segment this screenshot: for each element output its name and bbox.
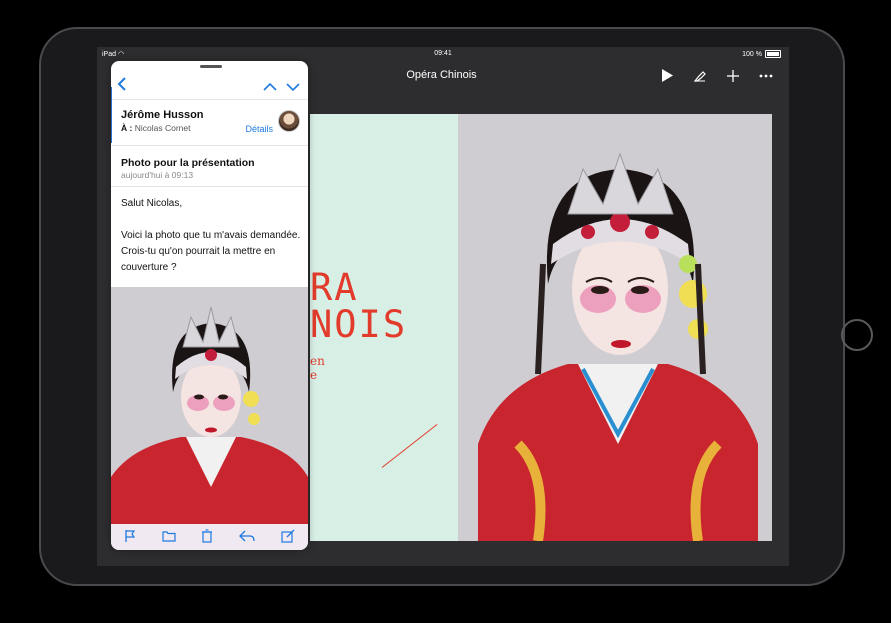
status-bar: iPad ◠ 09:41 100 % xyxy=(97,47,789,61)
recipient-prefix: À : xyxy=(121,123,133,133)
recipient-name: Nicolas Cornet xyxy=(134,123,191,133)
trash-icon[interactable] xyxy=(201,528,213,546)
slide-title-line1: RA xyxy=(310,266,359,309)
compose-icon[interactable] xyxy=(281,529,295,546)
mail-header: Jérôme Husson À : Nicolas Cornet Détails xyxy=(111,87,308,143)
play-icon[interactable] xyxy=(658,69,676,85)
mail-body: Salut Nicolas, Voici la photo que tu m'a… xyxy=(121,196,301,292)
brush-icon[interactable] xyxy=(691,69,709,86)
folder-icon[interactable] xyxy=(162,529,176,545)
mail-nav-bar xyxy=(111,71,308,100)
slide-subtitle-line2: e xyxy=(310,368,318,382)
unread-indicator xyxy=(111,87,112,143)
back-chevron-icon[interactable] xyxy=(117,77,127,94)
slide-photo[interactable] xyxy=(458,114,772,541)
mail-slide-over-panel[interactable]: Jérôme Husson À : Nicolas Cornet Détails… xyxy=(111,61,308,550)
drag-handle[interactable] xyxy=(200,65,222,68)
flag-icon[interactable] xyxy=(124,529,136,546)
details-link[interactable]: Détails xyxy=(245,124,273,134)
subject-block: Photo pour la présentation aujourd'hui à… xyxy=(111,145,308,187)
document-title: Opéra Chinois xyxy=(406,69,477,81)
mail-toolbar xyxy=(111,524,308,550)
up-chevron-icon[interactable] xyxy=(263,79,277,95)
screen: iPad ◠ 09:41 100 % Opéra Chinois RA NOIS… xyxy=(97,47,789,566)
mail-attachment-photo[interactable] xyxy=(111,287,308,524)
plus-icon[interactable] xyxy=(724,69,742,86)
status-time: 09:41 xyxy=(434,50,452,57)
mail-message: Voici la photo que tu m'avais demandée. … xyxy=(121,230,301,273)
battery-percent: 100 % xyxy=(742,50,762,58)
home-button[interactable] xyxy=(841,319,873,351)
more-icon[interactable] xyxy=(757,69,775,86)
slide-title-line2: NOIS xyxy=(310,303,408,346)
mail-subject: Photo pour la présentation xyxy=(121,157,255,169)
slide-title-panel[interactable]: RA NOIS en e xyxy=(310,114,458,541)
battery-status: 100 % xyxy=(742,50,781,58)
recipient-line: À : Nicolas Cornet xyxy=(121,123,190,133)
slide-subtitle-line1: en xyxy=(310,354,325,368)
sender-name: Jérôme Husson xyxy=(121,109,204,121)
opera-performer-image xyxy=(458,114,772,541)
down-chevron-icon[interactable] xyxy=(286,79,300,95)
mail-date: aujourd'hui à 09:13 xyxy=(121,170,194,180)
reply-icon[interactable] xyxy=(239,529,255,545)
avatar[interactable] xyxy=(278,110,300,132)
attachment-image xyxy=(111,287,308,524)
mail-greeting: Salut Nicolas, xyxy=(121,198,183,209)
battery-icon xyxy=(765,50,781,58)
